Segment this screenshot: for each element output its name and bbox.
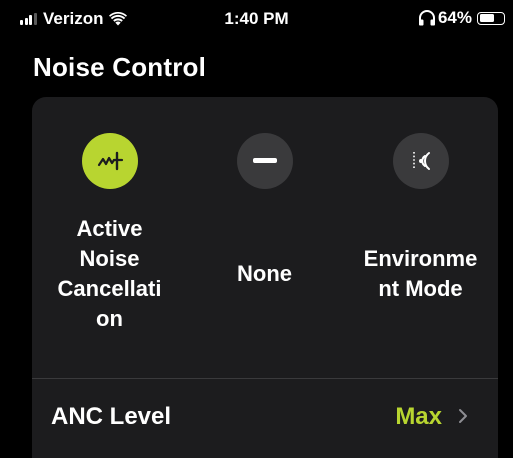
anc-level-value: Max	[395, 403, 442, 430]
mode-label-line: Cancellati	[57, 276, 162, 301]
mode-label-line: on	[96, 306, 123, 331]
anc-level-row[interactable]: ANC Level Max	[32, 379, 498, 458]
mode-label-line: None	[237, 261, 292, 286]
mode-label-line: nt Mode	[378, 276, 463, 301]
page-title: Noise Control	[33, 52, 207, 82]
mode-selector: Active Noise Cancellati on None Environm…	[32, 97, 498, 377]
mode-label-line: Active	[76, 216, 143, 241]
anc-level-label: ANC Level	[51, 403, 172, 430]
headphones-icon	[418, 10, 435, 26]
mode-none[interactable]: None	[187, 97, 342, 377]
mode-label-line: Environme	[363, 246, 478, 271]
anc-mode-button[interactable]	[81, 133, 138, 189]
minus-icon	[252, 158, 277, 163]
anc-waveform-icon	[97, 151, 123, 171]
noise-control-card: Active Noise Cancellati on None Environm…	[32, 97, 498, 458]
battery-percent: 64%	[437, 8, 472, 27]
mode-label-environment: Environme nt Mode	[343, 244, 498, 304]
environment-sound-icon	[412, 152, 430, 170]
battery-icon	[477, 11, 505, 25]
mode-label-none: None	[187, 259, 342, 289]
mode-label-line: Noise	[79, 246, 140, 271]
chevron-right-icon	[459, 409, 467, 423]
battery-fill	[479, 14, 494, 22]
none-mode-button[interactable]	[236, 133, 293, 189]
mode-active-noise-cancellation[interactable]: Active Noise Cancellati on	[32, 97, 187, 377]
environment-mode-button[interactable]	[392, 133, 449, 189]
mode-environment[interactable]: Environme nt Mode	[343, 97, 498, 377]
mode-label-anc: Active Noise Cancellati on	[32, 214, 187, 334]
status-bar: Verizon 1:40 PM 64%	[0, 0, 513, 34]
status-right: 64%	[418, 8, 505, 28]
